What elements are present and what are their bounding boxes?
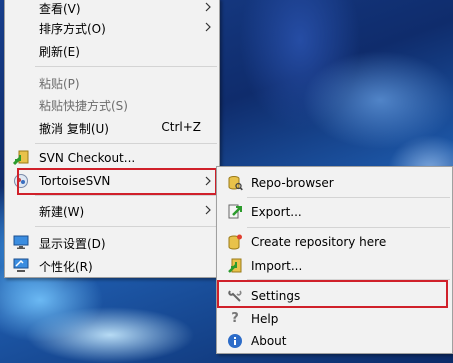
- menu-item-display-settings[interactable]: 显示设置(D): [5, 231, 219, 253]
- menu-item-refresh[interactable]: 刷新(E): [5, 39, 219, 61]
- personalize-icon: [13, 258, 29, 272]
- submenu-item-label: Repo-browser: [251, 176, 334, 190]
- submenu-item-label: About: [251, 334, 287, 348]
- submenu-item-import[interactable]: Import...: [217, 255, 452, 277]
- menu-separator: [35, 226, 217, 227]
- submenu-item-create-repository[interactable]: Create repository here: [217, 231, 452, 253]
- help-question-icon: ?: [231, 311, 239, 326]
- desktop-context-menu: 查看(V) 排序方式(O) 刷新(E) 粘贴(P) 粘贴快捷方式(S) 撤消 复…: [4, 0, 220, 278]
- menu-item-paste[interactable]: 粘贴(P): [5, 71, 219, 93]
- menu-item-label: TortoiseSVN: [39, 174, 111, 188]
- chevron-right-icon: [205, 176, 211, 186]
- svn-checkout-icon: [13, 150, 29, 166]
- menu-item-label: 个性化(R): [39, 260, 93, 274]
- submenu-item-export[interactable]: Export...: [217, 201, 452, 223]
- chevron-right-icon: [205, 205, 211, 215]
- menu-item-label: 撤消 复制(U): [39, 122, 109, 136]
- menu-item-svn-checkout[interactable]: SVN Checkout...: [5, 147, 219, 169]
- menu-separator: [35, 143, 217, 144]
- menu-separator: [247, 197, 450, 198]
- chevron-right-icon: [205, 2, 211, 12]
- menu-separator: [247, 227, 450, 228]
- submenu-item-repo-browser[interactable]: Repo-browser: [217, 172, 452, 194]
- submenu-item-label: Create repository here: [251, 235, 387, 249]
- submenu-item-label: Settings: [251, 289, 301, 303]
- menu-separator: [35, 66, 217, 67]
- export-icon: [228, 204, 242, 219]
- menu-item-tortoisesvn[interactable]: TortoiseSVN: [5, 170, 219, 192]
- display-monitor-icon: [13, 235, 29, 249]
- submenu-item-settings[interactable]: Settings: [217, 285, 452, 307]
- tortoisesvn-icon: [14, 174, 28, 188]
- menu-item-shortcut: Ctrl+Z: [161, 120, 201, 134]
- menu-item-sort-by[interactable]: 排序方式(O): [5, 16, 219, 38]
- chevron-right-icon: [205, 22, 211, 32]
- menu-item-label: 查看(V): [39, 2, 81, 16]
- menu-item-label: 粘贴快捷方式(S): [39, 99, 128, 113]
- menu-item-label: 新建(W): [39, 205, 85, 219]
- menu-item-undo-copy[interactable]: 撤消 复制(U) Ctrl+Z: [5, 116, 219, 138]
- tortoisesvn-submenu: Repo-browser Export... Create repository…: [216, 166, 453, 354]
- menu-item-label: 刷新(E): [39, 45, 80, 59]
- create-repository-icon: [228, 234, 242, 250]
- submenu-item-label: Help: [251, 312, 279, 326]
- submenu-item-help[interactable]: ? Help: [217, 308, 452, 330]
- settings-wrench-icon: [228, 290, 242, 302]
- menu-item-label: SVN Checkout...: [39, 151, 136, 165]
- menu-item-paste-shortcut[interactable]: 粘贴快捷方式(S): [5, 93, 219, 115]
- menu-item-label: 排序方式(O): [39, 22, 106, 36]
- menu-item-label: 显示设置(D): [39, 237, 106, 251]
- submenu-item-label: Export...: [251, 205, 302, 219]
- info-icon: [228, 334, 242, 348]
- menu-separator: [247, 279, 450, 280]
- submenu-item-label: Import...: [251, 259, 303, 273]
- menu-item-new[interactable]: 新建(W): [5, 199, 219, 221]
- menu-item-personalize[interactable]: 个性化(R): [5, 254, 219, 276]
- repo-browser-icon: [228, 176, 243, 191]
- import-icon: [228, 258, 242, 273]
- submenu-item-about[interactable]: About: [217, 330, 452, 352]
- menu-separator: [35, 195, 217, 196]
- menu-item-label: 粘贴(P): [39, 77, 80, 91]
